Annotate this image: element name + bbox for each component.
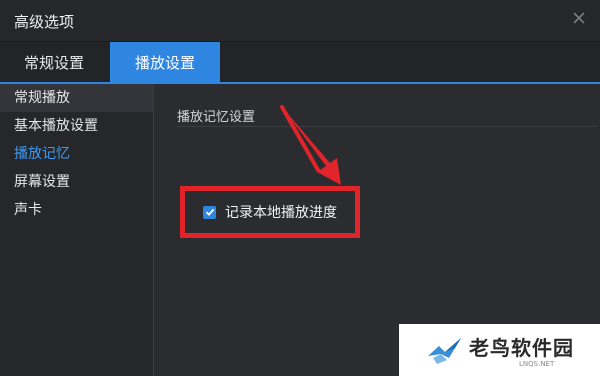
- tab-playback-settings[interactable]: 播放设置: [110, 42, 220, 82]
- checkbox-checked-icon[interactable]: [203, 205, 216, 219]
- sidebar-item-general-playback[interactable]: 常规播放: [0, 84, 153, 112]
- window-title: 高级选项: [14, 13, 75, 31]
- sidebar-item-screen-settings[interactable]: 屏幕设置: [0, 168, 153, 196]
- title-bar: 高级选项: [0, 0, 600, 42]
- tab-general-settings[interactable]: 常规设置: [0, 42, 108, 82]
- checkbox-label: 记录本地播放进度: [225, 205, 337, 221]
- close-icon[interactable]: [570, 9, 588, 27]
- sidebar-item-playback-memory[interactable]: 播放记忆: [0, 140, 153, 168]
- section-title: 播放记忆设置: [177, 110, 256, 125]
- watermark-text: 老鸟软件园: [469, 336, 574, 360]
- sidebar: 常规播放 基本播放设置 播放记忆 屏幕设置 声卡: [0, 84, 154, 376]
- section-divider: [177, 126, 597, 127]
- watermark-subtext: LNQS.NET: [519, 360, 555, 368]
- tab-bar: 常规设置 播放设置: [0, 42, 600, 84]
- remember-progress-checkbox[interactable]: 记录本地播放进度: [203, 202, 337, 222]
- sidebar-item-sound-card[interactable]: 声卡: [0, 196, 153, 224]
- sidebar-item-basic-playback[interactable]: 基本播放设置: [0, 112, 153, 140]
- bird-logo-icon: [428, 338, 461, 364]
- watermark: 老鸟软件园 LNQS.NET: [399, 324, 600, 376]
